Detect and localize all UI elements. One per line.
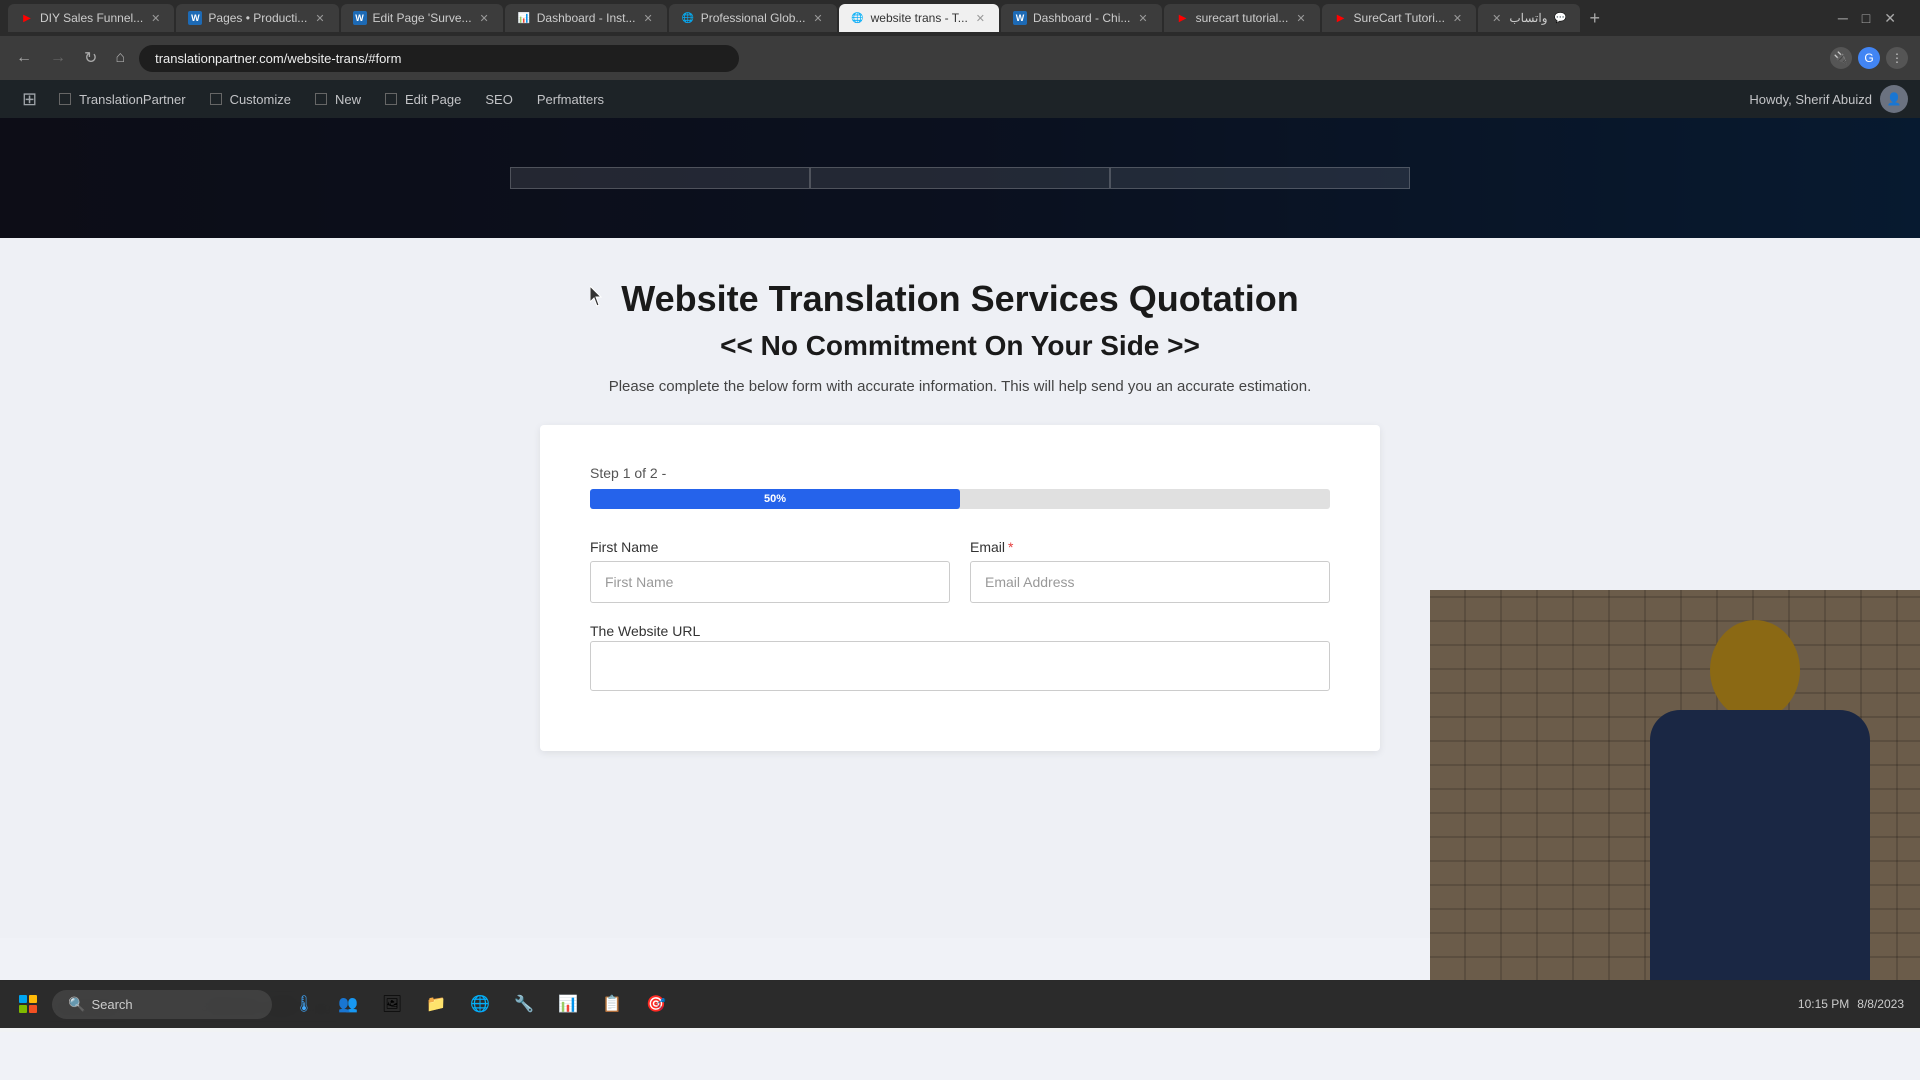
tab-close-5[interactable]: ✕ — [811, 10, 824, 27]
taskbar-app-people[interactable]: 👥 — [328, 984, 368, 1024]
new-tab-button[interactable]: + — [1582, 8, 1609, 29]
step-label: Step 1 of 2 - — [590, 465, 1330, 481]
taskbar-search[interactable]: 🔍 Search — [52, 990, 272, 1019]
hero-nav — [0, 167, 1920, 189]
url-input[interactable] — [139, 45, 739, 72]
tab-6[interactable]: 🌐 website trans - T... ✕ — [839, 4, 999, 32]
tab-9[interactable]: ▶ SureCart Tutori... ✕ — [1322, 4, 1477, 32]
extensions-icon[interactable]: 🔌 — [1830, 47, 1852, 69]
address-bar: ← → ↻ ⌂ 🔌 G ⋮ — [0, 36, 1920, 80]
progress-bar-container: 50% — [590, 489, 1330, 509]
progress-bar-text: 50% — [764, 493, 786, 505]
mouse-cursor — [590, 286, 606, 313]
tab-1[interactable]: ▶ DIY Sales Funnel... ✕ — [8, 4, 174, 32]
person-silhouette — [1590, 600, 1890, 980]
form-group-website-url: The Website URL — [590, 623, 1330, 691]
tab-close-8[interactable]: ✕ — [1294, 10, 1307, 27]
checkbox-icon — [59, 93, 71, 105]
form-group-email: Email* — [970, 539, 1330, 603]
wp-admin-perfmatters[interactable]: Perfmatters — [525, 80, 616, 118]
wp-admin-seo[interactable]: SEO — [473, 80, 524, 118]
tab-close-4[interactable]: ✕ — [641, 10, 654, 27]
video-overlay — [1430, 590, 1920, 980]
home-button[interactable]: ⌂ — [111, 45, 129, 71]
taskbar-apps: 🌡 👥 🖼 📁 🌐 🔧 📊 📋 🎯 — [284, 984, 676, 1024]
taskbar: 🔍 Search 🌡 👥 🖼 📁 🌐 🔧 📊 📋 🎯 10:15 PM 8/8/… — [0, 980, 1920, 1028]
back-button[interactable]: ← — [12, 45, 36, 71]
taskbar-app-settings[interactable]: 🔧 — [504, 984, 544, 1024]
tab-close-2[interactable]: ✕ — [313, 10, 326, 27]
first-name-label: First Name — [590, 539, 950, 555]
progress-bar-fill: 50% — [590, 489, 960, 509]
refresh-button[interactable]: ↻ — [80, 44, 101, 72]
wp-logo[interactable]: ⊞ — [12, 89, 47, 110]
taskbar-date: 8/8/2023 — [1857, 997, 1904, 1011]
hero-nav-item-3[interactable] — [1110, 167, 1410, 189]
maximize-button[interactable]: □ — [1858, 6, 1874, 30]
taskbar-app-explorer[interactable]: 📁 — [416, 984, 456, 1024]
page-title: Website Translation Services Quotation — [621, 278, 1299, 320]
tab-close-10[interactable]: ✕ — [1490, 10, 1503, 27]
windows-logo-icon — [19, 995, 37, 1013]
first-name-input[interactable] — [590, 561, 950, 603]
taskbar-right: 10:15 PM 8/8/2023 — [1798, 997, 1912, 1011]
start-button[interactable] — [8, 984, 48, 1024]
taskbar-app-other[interactable]: 🎯 — [636, 984, 676, 1024]
website-url-input[interactable] — [590, 641, 1330, 691]
form-card: Step 1 of 2 - 50% First Name Email* The … — [540, 425, 1380, 751]
tab-8[interactable]: ▶ surecart tutorial... ✕ — [1164, 4, 1320, 32]
checkbox-icon — [315, 93, 327, 105]
wp-admin-avatar[interactable]: 👤 — [1880, 85, 1908, 113]
taskbar-app-weather[interactable]: 🌡 — [284, 984, 324, 1024]
page-description: Please complete the below form with accu… — [609, 378, 1312, 395]
wp-admin-translation-partner[interactable]: TranslationPartner — [47, 80, 197, 118]
hero-nav-item-1[interactable] — [510, 167, 810, 189]
email-input[interactable] — [970, 561, 1330, 603]
forward-button[interactable]: → — [46, 45, 70, 71]
hero-nav-item-2[interactable] — [810, 167, 1110, 189]
tab-close-9[interactable]: ✕ — [1451, 10, 1464, 27]
wp-admin-customize[interactable]: Customize — [198, 80, 303, 118]
search-icon: 🔍 — [68, 996, 85, 1013]
taskbar-app-chrome[interactable]: 🌐 — [460, 984, 500, 1024]
tab-10[interactable]: 💬 واتساب ✕ — [1478, 4, 1579, 32]
checkbox-icon — [385, 93, 397, 105]
tab-close-7[interactable]: ✕ — [1136, 10, 1149, 27]
wp-admin-bar: ⊞ TranslationPartner Customize New Edit … — [0, 80, 1920, 118]
website-url-label: The Website URL — [590, 623, 700, 639]
wp-howdy: Howdy, Sherif Abuizd 👤 — [1749, 85, 1908, 113]
tab-7[interactable]: W Dashboard - Chi... ✕ — [1001, 4, 1162, 32]
close-browser-button[interactable]: ✕ — [1880, 6, 1900, 31]
tab-5[interactable]: 🌐 Professional Glob... ✕ — [669, 4, 837, 32]
hero-section — [0, 118, 1920, 238]
tab-bar: ▶ DIY Sales Funnel... ✕ W Pages • Produc… — [0, 0, 1920, 36]
wp-admin-new[interactable]: New — [303, 80, 373, 118]
minimize-button[interactable]: ─ — [1834, 6, 1852, 30]
taskbar-app-excel[interactable]: 📊 — [548, 984, 588, 1024]
tab-close-1[interactable]: ✕ — [149, 10, 162, 27]
email-label: Email* — [970, 539, 1330, 555]
taskbar-app-gallery[interactable]: 🖼 — [372, 984, 412, 1024]
taskbar-app-notes[interactable]: 📋 — [592, 984, 632, 1024]
taskbar-time: 10:15 PM — [1798, 997, 1849, 1011]
form-group-first-name: First Name — [590, 539, 950, 603]
tab-close-6[interactable]: ✕ — [974, 10, 987, 27]
browser-chrome: ▶ DIY Sales Funnel... ✕ W Pages • Produc… — [0, 0, 1920, 80]
toolbar-icons: 🔌 G ⋮ — [1830, 47, 1908, 69]
settings-icon[interactable]: ⋮ — [1886, 47, 1908, 69]
tab-close-3[interactable]: ✕ — [478, 10, 491, 27]
tab-2[interactable]: W Pages • Producti... ✕ — [176, 4, 338, 32]
tab-4[interactable]: 📊 Dashboard - Inst... ✕ — [505, 4, 667, 32]
wp-admin-edit-page[interactable]: Edit Page — [373, 80, 473, 118]
form-row-name-email: First Name Email* — [590, 539, 1330, 603]
profile-icon[interactable]: G — [1858, 47, 1880, 69]
tab-3[interactable]: W Edit Page 'Surve... ✕ — [341, 4, 503, 32]
page-subtitle: << No Commitment On Your Side >> — [720, 330, 1200, 362]
checkbox-icon — [210, 93, 222, 105]
